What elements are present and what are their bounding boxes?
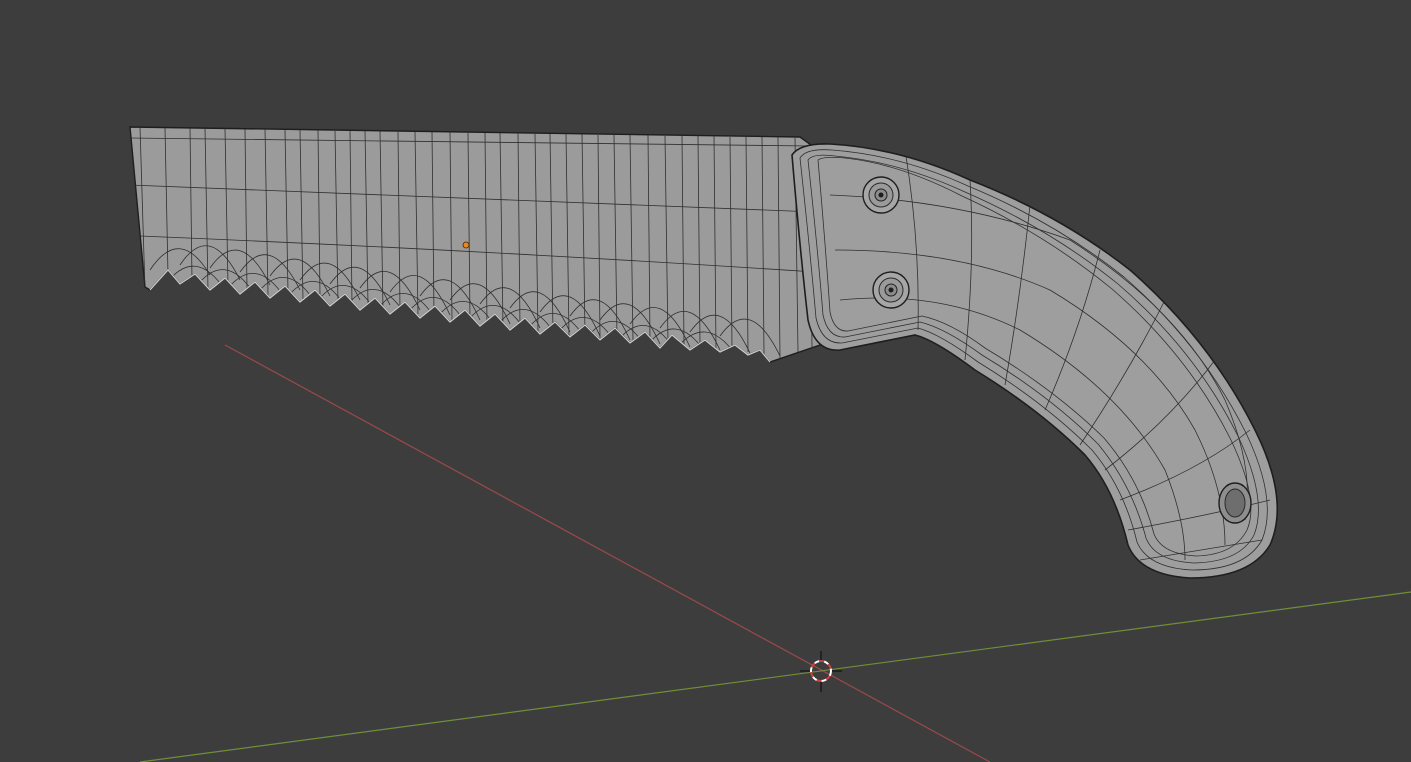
y-axis-line — [139, 591, 1411, 762]
saw-handle[interactable] — [791, 143, 1279, 579]
saw-blade[interactable] — [129, 126, 821, 363]
hang-hole-icon — [1218, 482, 1252, 524]
viewport-canvas[interactable] — [0, 0, 1411, 762]
3d-viewport[interactable] — [0, 0, 1411, 762]
object-origin-icon — [462, 241, 470, 249]
screw-bottom-icon — [872, 271, 910, 309]
screw-top-icon — [862, 176, 900, 214]
